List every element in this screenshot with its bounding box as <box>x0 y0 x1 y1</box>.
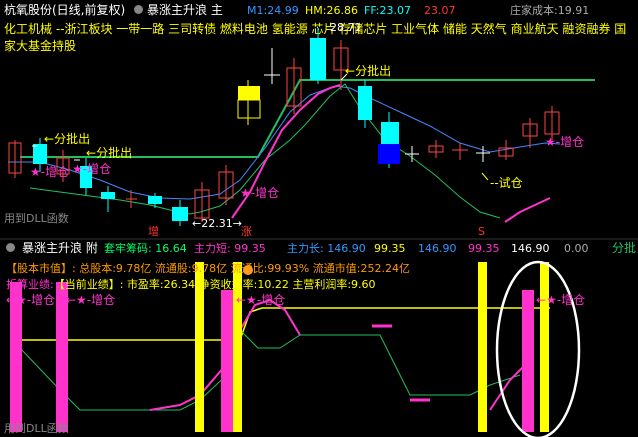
sub-zengcang-a: ←★-增仓 <box>6 293 56 307</box>
sub-bar-magenta <box>221 290 233 432</box>
label-high-price: 28.71 <box>330 21 362 34</box>
zlchang-label: 主力长: 146.90 <box>287 242 366 255</box>
candle <box>148 196 162 204</box>
label-zengcang-2: ★-增仓 <box>72 162 112 176</box>
candle <box>358 86 372 120</box>
label-shicang: --试仓 <box>490 176 523 190</box>
sub-bar-magenta <box>522 290 534 432</box>
share-info-line: 【股本市值】: 总股本:9.78亿 流通股:9.78亿 流通比:99.93% 流… <box>6 262 410 275</box>
sub-bar-yellow <box>540 262 549 432</box>
label-zengcang-3: ★-增仓 <box>240 186 280 200</box>
sub-title[interactable]: 暴涨主升浪 附 <box>22 242 98 254</box>
label-fenpichu-1: ←分批出 <box>44 132 91 146</box>
label-zengcang-1: ★-增仓 <box>30 165 70 179</box>
label-zhang: 涨 <box>241 225 252 238</box>
sub-value-2: 146.90 <box>418 242 457 255</box>
sub-value-3: 99.35 <box>468 242 500 255</box>
chip-label: 套牢筹码: 16.64 <box>104 242 187 255</box>
candle <box>378 144 400 164</box>
candle <box>33 144 47 164</box>
main-chart[interactable] <box>0 0 638 437</box>
performance-line: 折算业绩:【当前业绩】: 市盈率:26.34 净资收益率:10.22 主营利润率… <box>6 278 376 291</box>
dll-label-main: 用到DLL函数 <box>4 212 69 225</box>
candle <box>172 207 188 221</box>
sub-value-1: 99.35 <box>374 242 406 255</box>
highlight-ellipse <box>495 260 581 437</box>
label-s-mark: S <box>478 225 485 238</box>
sub-value-4: 146.90 <box>511 242 550 255</box>
label-fenpichu-3: ←分批出 <box>345 64 392 78</box>
sub-bar-yellow <box>478 262 487 432</box>
candle <box>237 99 261 119</box>
sub-right-label: 分批 <box>612 241 637 255</box>
label-zeng: 增 <box>148 225 159 238</box>
label-low-price: ←22.31→ <box>192 217 242 230</box>
candle <box>238 86 260 100</box>
sub-green-line <box>19 329 521 411</box>
arrow-icon <box>481 172 489 181</box>
sub-yellow-line <box>20 307 550 341</box>
trend-line-magenta-2 <box>504 197 551 223</box>
candle <box>310 38 326 80</box>
sub-zengcang-d: ←★-增仓 <box>536 293 586 307</box>
candle <box>101 192 115 199</box>
label-fenpichu-2: ←分批出 <box>86 146 133 160</box>
sub-settings-icon[interactable] <box>6 243 15 252</box>
sub-value-5: 0.00 <box>564 242 589 255</box>
sub-zengcang-b: ←★-增仓 <box>66 293 116 307</box>
dll-label-sub: 用到DLL函数 <box>4 422 69 435</box>
sub-zengcang-c: ←★-增仓 <box>236 293 286 307</box>
label-zengcang-4: ★-增仓 <box>545 135 585 149</box>
candle <box>381 122 399 144</box>
zlduan-label: 主力短: 99.35 <box>194 242 266 255</box>
